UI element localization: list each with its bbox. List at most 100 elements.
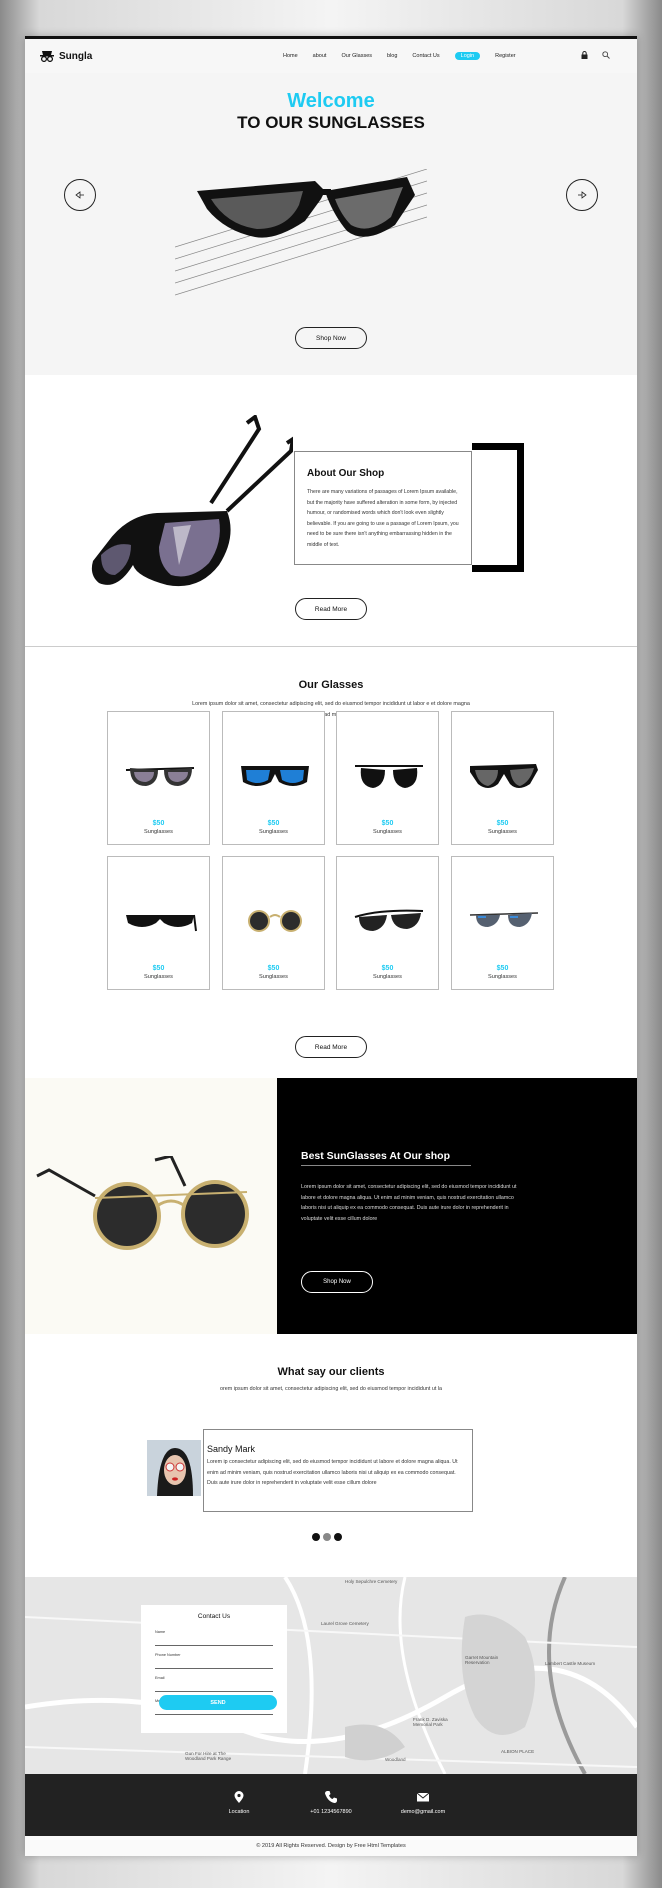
hero-prev-button[interactable]	[64, 179, 96, 211]
map-section[interactable]: Holy Sepulchre Cemetery Laurel Grove Cem…	[25, 1577, 637, 1774]
hero-sunglasses-image	[175, 169, 427, 296]
product-card[interactable]: $50 Sunglasses	[107, 856, 210, 990]
nav-about[interactable]: about	[313, 52, 327, 60]
email-field[interactable]: Email	[155, 1674, 273, 1692]
nav-home[interactable]: Home	[283, 52, 298, 60]
product-name: Sunglasses	[144, 974, 173, 980]
product-name: Sunglasses	[488, 829, 517, 835]
logo-icon	[40, 51, 54, 62]
product-name: Sunglasses	[373, 974, 402, 980]
product-card[interactable]: $50 Sunglasses	[222, 711, 325, 845]
product-price: $50	[381, 820, 394, 827]
about-title: About Our Shop	[307, 468, 385, 479]
footer: Location +01 1234567890 demo@gmail.com	[25, 1774, 637, 1836]
clients-title: What say our clients	[277, 1366, 385, 1378]
product-sunglasses-image	[125, 767, 195, 786]
product-sunglasses-image	[470, 764, 538, 788]
phone-field[interactable]: Phone Number	[155, 1651, 273, 1669]
about-section: About Our Shop There are many variations…	[25, 375, 637, 647]
hero-shop-now-button[interactable]: Shop Now	[295, 327, 367, 349]
product-card[interactable]: $50 Sunglasses	[222, 856, 325, 990]
carousel-dot[interactable]	[323, 1533, 331, 1541]
product-price: $50	[267, 820, 280, 827]
carousel-dot[interactable]	[312, 1533, 320, 1541]
round-sunglasses-image	[36, 1156, 249, 1250]
best-shop-now-button[interactable]: Shop Now	[301, 1271, 373, 1293]
product-name: Sunglasses	[259, 829, 288, 835]
product-card[interactable]: $50 Sunglasses	[336, 856, 439, 990]
footer-phone[interactable]: +01 1234567890	[281, 1790, 381, 1815]
product-name: Sunglasses	[488, 974, 517, 980]
contact-form: Contact Us Name Phone Number Email Messa…	[141, 1605, 287, 1733]
product-price: $50	[496, 965, 509, 972]
name-field-label: Name	[155, 1630, 166, 1634]
nav-contact-us[interactable]: Contact Us	[412, 52, 439, 60]
map-label: Woodland	[385, 1757, 406, 1762]
map-label: ALBION PLACE	[501, 1749, 535, 1754]
best-image-panel	[25, 1078, 277, 1334]
glasses-title: Our Glasses	[298, 679, 364, 691]
best-title: Best SunGlasses At Our shop	[301, 1150, 471, 1166]
location-pin-icon	[234, 1791, 244, 1803]
header: Sungla Home about Our Glasses blog Conta…	[25, 39, 637, 73]
phone-field-label: Phone Number	[155, 1653, 181, 1657]
product-name: Sunglasses	[259, 974, 288, 980]
hero-section: Welcome TO OUR SUNGLASSES Shop Now	[25, 73, 637, 375]
map-label: Frank D. Zaviska Memorial Park	[413, 1717, 448, 1727]
glasses-read-more-button[interactable]: Read More	[295, 1036, 367, 1058]
map-label: Lambert Castle Museum	[545, 1661, 596, 1666]
copyright: © 2019 All Rights Reserved. Design by Fr…	[25, 1836, 637, 1856]
page: Sungla Home about Our Glasses blog Conta…	[25, 36, 637, 1856]
search-icon[interactable]	[602, 51, 610, 59]
testimonial-card: Sandy Mark Lorem ip consectetur adipisci…	[203, 1429, 473, 1512]
product-name: Sunglasses	[373, 829, 402, 835]
product-card[interactable]: $50 Sunglasses	[451, 711, 554, 845]
carousel-dot[interactable]	[334, 1533, 342, 1541]
product-name: Sunglasses	[144, 829, 173, 835]
hero-next-button[interactable]	[566, 179, 598, 211]
product-sunglasses-image	[469, 912, 539, 927]
best-text: Lorem ipsum dolor sit amet, consectetur …	[301, 1184, 517, 1222]
footer-location-text: Location	[228, 1809, 250, 1815]
product-sunglasses-image	[241, 766, 309, 786]
product-card[interactable]: $50 Sunglasses	[336, 711, 439, 845]
testimonial-dots	[312, 1533, 342, 1541]
map-background	[25, 1577, 637, 1774]
product-sunglasses-image	[126, 914, 197, 932]
email-field-label: Email	[155, 1676, 165, 1680]
product-price: $50	[152, 820, 165, 827]
product-sunglasses-image	[355, 765, 423, 788]
product-price: $50	[381, 965, 394, 972]
arrow-right-icon	[578, 191, 587, 199]
register-link[interactable]: Register	[495, 52, 515, 60]
product-price: $50	[152, 965, 165, 972]
clients-subtitle: orem ipsum dolor sit amet, consectetur a…	[219, 1386, 443, 1392]
product-card[interactable]: $50 Sunglasses	[451, 856, 554, 990]
name-field[interactable]: Name	[155, 1628, 273, 1646]
map-label: Laurel Grove Cemetery	[321, 1621, 369, 1626]
hero-title: TO OUR SUNGLASSES	[237, 113, 425, 132]
nav-our-glasses[interactable]: Our Glasses	[341, 52, 372, 60]
footer-email[interactable]: demo@gmail.com	[373, 1790, 473, 1815]
about-text: There are many variations of passages of…	[307, 489, 459, 548]
testimonial-text: Lorem ip consectetur adipiscing elit, se…	[207, 1459, 458, 1486]
hero-welcome: Welcome	[287, 90, 375, 112]
envelope-icon	[416, 1792, 430, 1802]
testimonial-name: Sandy Mark	[207, 1444, 256, 1454]
product-card[interactable]: $50 Sunglasses	[107, 711, 210, 845]
login-button[interactable]: Login	[454, 52, 481, 60]
send-button[interactable]: SEND	[159, 1695, 277, 1710]
logo-text: Sungla	[59, 50, 93, 62]
nav-blog[interactable]: blog	[387, 52, 397, 60]
lock-icon[interactable]	[581, 51, 588, 59]
logo[interactable]: Sungla	[39, 50, 92, 62]
footer-email-text: demo@gmail.com	[400, 1809, 446, 1815]
product-sunglasses-image	[354, 909, 424, 931]
arrow-left-icon	[75, 191, 84, 199]
product-sunglasses-image	[248, 910, 302, 932]
product-price: $50	[267, 965, 280, 972]
footer-phone-text: +01 1234567890	[310, 1809, 352, 1815]
map-label: Holy Sepulchre Cemetery	[345, 1579, 398, 1584]
footer-location[interactable]: Location	[189, 1790, 289, 1815]
about-read-more-button[interactable]: Read More	[295, 598, 367, 620]
